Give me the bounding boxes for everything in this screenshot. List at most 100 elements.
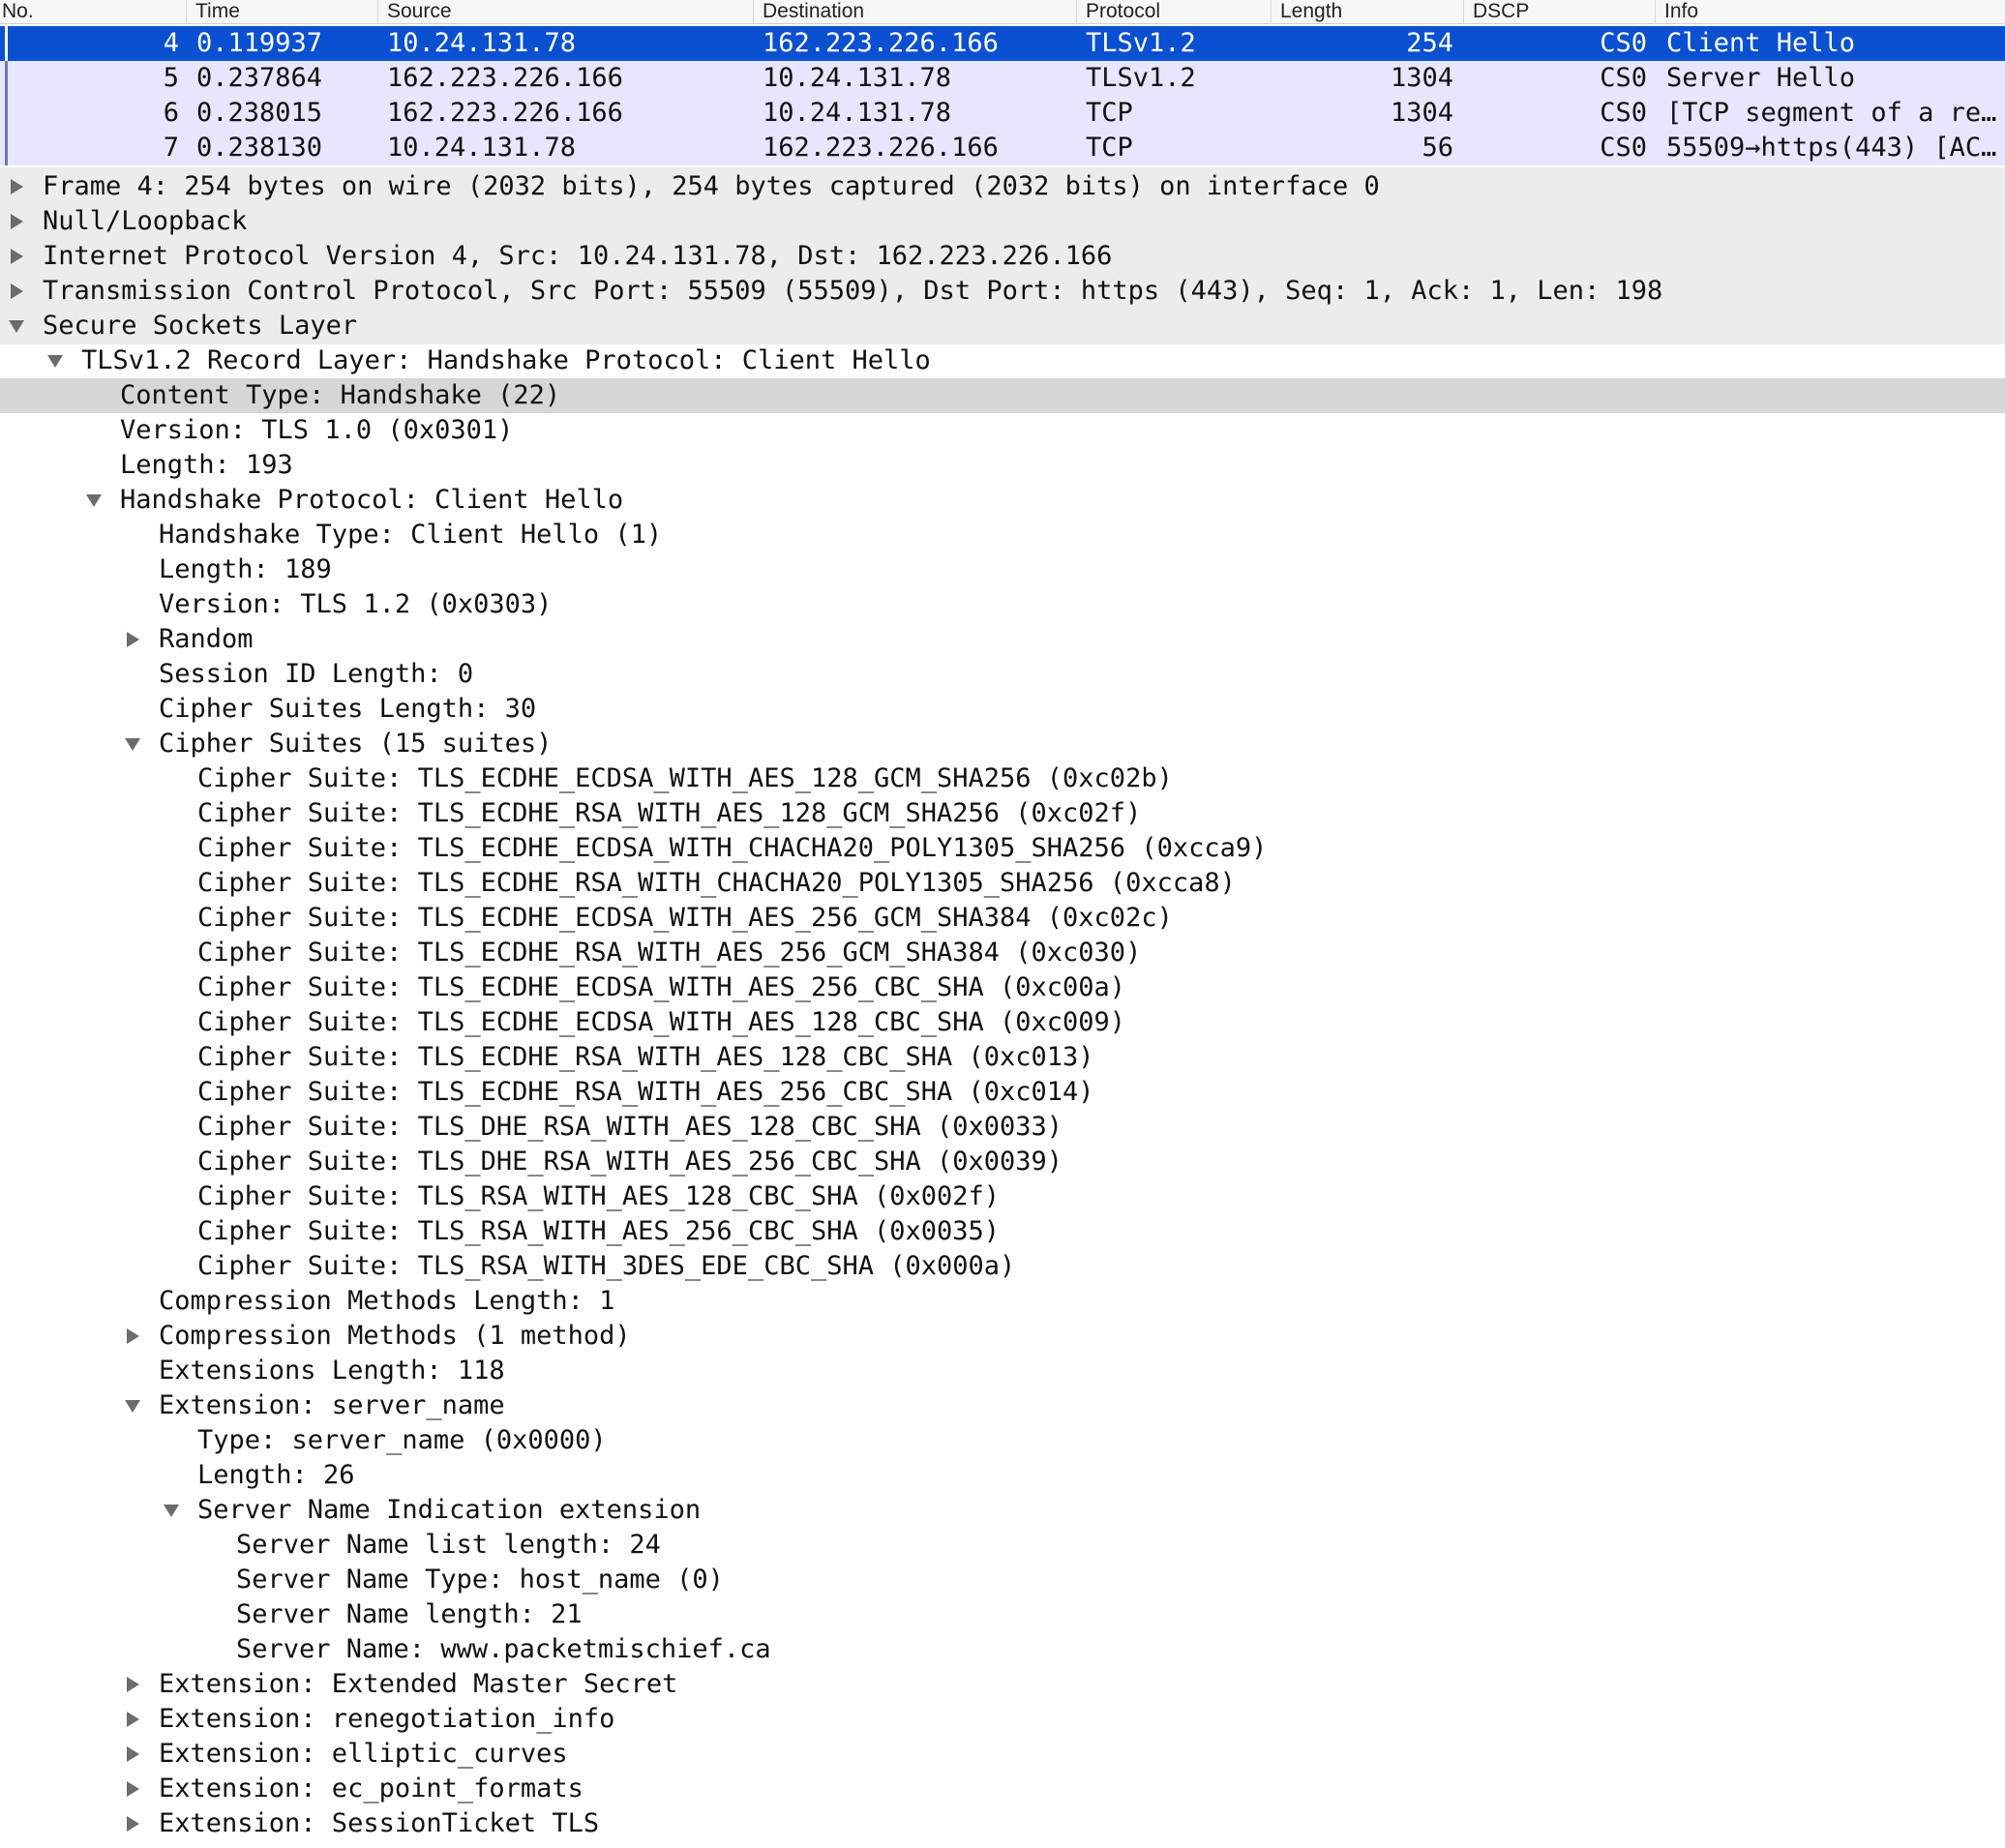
packet-cell-source: 10.24.131.78 — [387, 133, 577, 163]
packet-cell-info: [TCP segment of a re… — [1666, 98, 1997, 128]
column-header-length[interactable]: Length — [1271, 0, 1463, 23]
column-header-no[interactable]: No. — [0, 0, 186, 23]
disclosure-triangle-down-icon[interactable] — [41, 343, 70, 378]
disclosure-triangle-right-icon[interactable] — [118, 622, 147, 657]
related-packet-marker — [5, 96, 8, 131]
detail-tree-item[interactable]: Extension: ec_point_formats — [0, 1772, 2005, 1806]
detail-tree-item[interactable]: Cipher Suite: TLS_RSA_WITH_3DES_EDE_CBC_… — [0, 1249, 2005, 1284]
detail-tree-item[interactable]: Transmission Control Protocol, Src Port:… — [0, 274, 2005, 309]
detail-tree-item[interactable]: Extension: Extended Master Secret — [0, 1667, 2005, 1702]
detail-tree-item[interactable]: Extension: elliptic_curves — [0, 1737, 2005, 1772]
detail-tree-item[interactable]: Content Type: Handshake (22) — [0, 378, 2005, 413]
detail-tree-item[interactable]: Frame 4: 254 bytes on wire (2032 bits), … — [0, 169, 2005, 204]
packet-cell-destination: 10.24.131.78 — [763, 98, 952, 128]
disclosure-triangle-right-icon[interactable] — [2, 204, 31, 239]
detail-tree-label: Cipher Suite: TLS_DHE_RSA_WITH_AES_128_C… — [197, 1112, 1063, 1142]
disclosure-triangle-down-icon[interactable] — [157, 1493, 186, 1528]
detail-tree-item[interactable]: Null/Loopback — [0, 204, 2005, 239]
disclosure-triangle-right-icon[interactable] — [118, 1772, 147, 1806]
detail-tree-label: Cipher Suite: TLS_ECDHE_RSA_WITH_AES_128… — [197, 1042, 1094, 1072]
disclosure-triangle-down-icon[interactable] — [118, 1388, 147, 1423]
disclosure-triangle-right-icon[interactable] — [118, 1737, 147, 1772]
related-packet-marker — [5, 131, 8, 165]
detail-tree-label: Type: server_name (0x0000) — [197, 1425, 607, 1455]
detail-tree-item[interactable]: Cipher Suite: TLS_ECDHE_ECDSA_WITH_AES_2… — [0, 970, 2005, 1005]
detail-tree-item[interactable]: Cipher Suite: TLS_RSA_WITH_AES_256_CBC_S… — [0, 1214, 2005, 1249]
detail-tree-item[interactable]: Cipher Suite: TLS_DHE_RSA_WITH_AES_128_C… — [0, 1110, 2005, 1145]
disclosure-triangle-right-icon[interactable] — [118, 1702, 147, 1737]
detail-tree-item[interactable]: Secure Sockets Layer — [0, 309, 2005, 343]
disclosure-triangle-right-icon[interactable] — [2, 169, 31, 204]
detail-tree-item[interactable]: Cipher Suites (15 suites) — [0, 727, 2005, 761]
column-header-destination[interactable]: Destination — [753, 0, 1076, 23]
detail-tree-label: Extensions Length: 118 — [159, 1356, 505, 1386]
detail-tree-item[interactable]: Cipher Suite: TLS_ECDHE_RSA_WITH_AES_128… — [0, 796, 2005, 831]
detail-tree-item[interactable]: Server Name list length: 24 — [0, 1528, 2005, 1563]
packet-cell-time: 0.237864 — [196, 63, 323, 93]
disclosure-triangle-down-icon[interactable] — [118, 727, 147, 761]
detail-tree-item[interactable]: Cipher Suite: TLS_ECDHE_RSA_WITH_AES_256… — [0, 936, 2005, 970]
detail-tree-item[interactable]: Server Name Indication extension — [0, 1493, 2005, 1528]
packet-row[interactable]: 5 0.237864 162.223.226.166 10.24.131.78 TLSv… — [0, 61, 2005, 96]
disclosure-triangle-right-icon[interactable] — [118, 1319, 147, 1354]
packet-row[interactable]: 6 0.238015 162.223.226.166 10.24.131.78 TCP 1… — [0, 96, 2005, 131]
detail-tree-item[interactable]: Extension: SessionTicket TLS — [0, 1806, 2005, 1841]
detail-tree-item[interactable]: Server Name length: 21 — [0, 1597, 2005, 1632]
detail-tree-label: Handshake Type: Client Hello (1) — [159, 520, 663, 550]
detail-tree-item[interactable]: Server Name: www.packetmischief.ca — [0, 1632, 2005, 1667]
detail-tree-item[interactable]: Version: TLS 1.0 (0x0301) — [0, 413, 2005, 448]
column-header-dscp[interactable]: DSCP — [1463, 0, 1655, 23]
detail-tree-item[interactable]: Compression Methods Length: 1 — [0, 1284, 2005, 1319]
detail-tree-item[interactable]: Cipher Suite: TLS_ECDHE_RSA_WITH_AES_256… — [0, 1075, 2005, 1110]
detail-tree-item[interactable]: Extensions Length: 118 — [0, 1354, 2005, 1388]
related-packet-marker — [5, 61, 8, 96]
detail-tree-item[interactable]: Cipher Suite: TLS_RSA_WITH_AES_128_CBC_S… — [0, 1179, 2005, 1214]
detail-tree-item[interactable]: Length: 189 — [0, 552, 2005, 587]
disclosure-triangle-right-icon[interactable] — [118, 1667, 147, 1702]
detail-tree-item[interactable]: Handshake Type: Client Hello (1) — [0, 518, 2005, 552]
detail-tree-label: Extension: elliptic_curves — [159, 1739, 568, 1769]
detail-tree-label: Cipher Suite: TLS_RSA_WITH_3DES_EDE_CBC_… — [197, 1251, 1016, 1281]
detail-tree-item[interactable]: Cipher Suite: TLS_ECDHE_RSA_WITH_AES_128… — [0, 1040, 2005, 1075]
detail-tree-item[interactable]: Random — [0, 622, 2005, 657]
packet-cell-length: 1304 — [1390, 63, 1453, 93]
detail-tree-item[interactable]: Compression Methods (1 method) — [0, 1319, 2005, 1354]
disclosure-triangle-right-icon[interactable] — [118, 1806, 147, 1841]
detail-tree-item[interactable]: Cipher Suite: TLS_ECDHE_ECDSA_WITH_AES_2… — [0, 901, 2005, 936]
column-header-protocol[interactable]: Protocol — [1076, 0, 1271, 23]
packet-row[interactable]: 7 0.238130 10.24.131.78 162.223.226.166 TCP 5… — [0, 131, 2005, 165]
detail-tree-item[interactable]: Length: 193 — [0, 448, 2005, 483]
detail-tree-label: Random — [159, 624, 254, 654]
detail-tree-item[interactable]: Version: TLS 1.2 (0x0303) — [0, 587, 2005, 622]
detail-tree-label: Compression Methods Length: 1 — [159, 1286, 615, 1316]
disclosure-triangle-down-icon[interactable] — [79, 483, 108, 518]
detail-tree-item[interactable]: Cipher Suite: TLS_ECDHE_ECDSA_WITH_AES_1… — [0, 761, 2005, 796]
detail-tree-item[interactable]: Session ID Length: 0 — [0, 657, 2005, 692]
detail-tree-item[interactable]: Handshake Protocol: Client Hello — [0, 483, 2005, 518]
packet-cell-dscp: CS0 — [1600, 28, 1647, 58]
packet-cell-length: 1304 — [1390, 98, 1453, 128]
detail-tree-label: Server Name: www.packetmischief.ca — [236, 1634, 771, 1664]
detail-tree-item[interactable]: TLSv1.2 Record Layer: Handshake Protocol… — [0, 343, 2005, 378]
detail-tree-item[interactable]: Internet Protocol Version 4, Src: 10.24.… — [0, 239, 2005, 274]
column-header-source[interactable]: Source — [377, 0, 753, 23]
detail-tree-item[interactable]: Type: server_name (0x0000) — [0, 1423, 2005, 1458]
packet-row[interactable]: 4 0.119937 10.24.131.78 162.223.226.166 TLSv… — [0, 26, 2005, 61]
detail-tree-label: Content Type: Handshake (22) — [120, 380, 561, 410]
column-header-time[interactable]: Time — [186, 0, 377, 23]
detail-tree-item[interactable]: Cipher Suite: TLS_ECDHE_ECDSA_WITH_CHACH… — [0, 831, 2005, 866]
detail-tree-item[interactable]: Cipher Suite: TLS_ECDHE_ECDSA_WITH_AES_1… — [0, 1005, 2005, 1040]
detail-tree-item[interactable]: Server Name Type: host_name (0) — [0, 1563, 2005, 1597]
detail-tree-item[interactable]: Length: 26 — [0, 1458, 2005, 1493]
packet-cell-length: 254 — [1406, 28, 1453, 58]
detail-tree-item[interactable]: Cipher Suites Length: 30 — [0, 692, 2005, 727]
detail-tree-label: Cipher Suite: TLS_ECDHE_ECDSA_WITH_AES_2… — [197, 972, 1126, 1002]
detail-tree-item[interactable]: Cipher Suite: TLS_ECDHE_RSA_WITH_CHACHA2… — [0, 866, 2005, 901]
disclosure-triangle-right-icon[interactable] — [2, 274, 31, 309]
detail-tree-item[interactable]: Extension: renegotiation_info — [0, 1702, 2005, 1737]
detail-tree-item[interactable]: Cipher Suite: TLS_DHE_RSA_WITH_AES_256_C… — [0, 1145, 2005, 1179]
column-header-info[interactable]: Info — [1655, 0, 2005, 23]
disclosure-triangle-down-icon[interactable] — [2, 309, 31, 343]
disclosure-triangle-right-icon[interactable] — [2, 239, 31, 274]
detail-tree-item[interactable]: Extension: server_name — [0, 1388, 2005, 1423]
